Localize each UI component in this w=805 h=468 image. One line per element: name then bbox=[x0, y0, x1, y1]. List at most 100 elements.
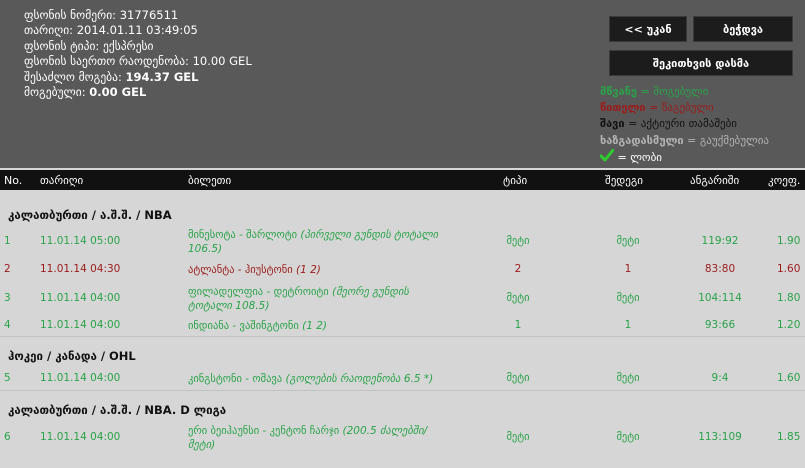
row-no: 5 bbox=[4, 372, 11, 384]
group-title: კალათბურთი / ა.შ.შ. / NBA bbox=[8, 208, 172, 222]
row-score: 83:80 bbox=[704, 263, 736, 275]
legend-check-text: = ლობი bbox=[617, 150, 662, 164]
row-coef: 1.60 bbox=[777, 263, 801, 275]
row-result: მეტი bbox=[616, 431, 640, 443]
ticket-number-row: ფსონის ნომერი: 31776511 bbox=[24, 8, 252, 23]
row-bet-name: ინდიანა - ვაშინგტონი bbox=[188, 320, 299, 332]
legend-gray: ხაზგადასმული = გაუქმებულია bbox=[600, 133, 769, 149]
possible-win-row: შესაძლო მოგება: 194.37 GEL bbox=[24, 70, 252, 85]
row-date: 11.01.14 04:00 bbox=[40, 292, 121, 304]
row-bet: მინესოტა - შარლოტი (პირველი გუნდის ტოტალ… bbox=[188, 228, 478, 256]
row-bet-extra: (200.5 ძალებში/ bbox=[342, 425, 428, 437]
row-bet-extra: (1 2) bbox=[302, 320, 328, 332]
row-date: 11.01.14 04:00 bbox=[40, 372, 121, 384]
row-bet-name: კინგსტონი - ოშავა bbox=[188, 373, 283, 385]
row-coef: 1.60 bbox=[777, 372, 801, 384]
row-bet-extra: (1 2) bbox=[296, 264, 321, 276]
row-result: მეტი bbox=[616, 235, 640, 247]
row-type: 1 bbox=[514, 319, 522, 331]
won-label: მოგებული: bbox=[24, 85, 86, 100]
group-title: ჰოკეი / კანადა / OHL bbox=[8, 349, 136, 363]
ticket-amount-value: 10.00 GEL bbox=[192, 54, 252, 69]
legend-gray-key: ხაზგადასმული bbox=[600, 133, 684, 147]
row-score: 9:4 bbox=[711, 372, 729, 384]
ticket-type-label: ფსონის ტიპი: bbox=[24, 38, 100, 53]
row-no: 2 bbox=[4, 263, 11, 275]
header-date: თარიღი bbox=[40, 174, 84, 187]
possible-win-value: 194.37 GEL bbox=[125, 69, 199, 84]
legend-red: წითელი = წაგებული bbox=[600, 100, 769, 116]
print-button[interactable]: ბეჭდვა bbox=[693, 16, 793, 42]
possible-win-label: შესაძლო მოგება: bbox=[24, 69, 122, 84]
legend-check: = ლობი bbox=[599, 148, 769, 167]
row-bet-name: ფილადელფია - დეტროიტი bbox=[188, 286, 329, 298]
status-legend: მწვანე = მოგებული წითელი = წაგებული შავი… bbox=[599, 84, 769, 167]
ticket-amount-label: ფსონის საერთო რაოდენობა: bbox=[24, 54, 189, 69]
row-type: მეტი bbox=[506, 235, 530, 247]
row-score: 113:109 bbox=[698, 431, 742, 443]
header-type: ტიპი bbox=[503, 174, 528, 187]
row-bet-extra: (მეორე გუნდის bbox=[332, 286, 409, 298]
row-result: 1 bbox=[624, 263, 632, 275]
row-bet-extra: (გოლების რაოდენობა 6.5 *) bbox=[285, 373, 434, 385]
legend-black: შავი = აქტიური თამაშები bbox=[600, 116, 769, 132]
ask-question-button[interactable]: შეკითხვის დასმა bbox=[609, 50, 793, 76]
row-bet: კინგსტონი - ოშავა (გოლების რაოდენობა 6.5… bbox=[188, 372, 488, 386]
legend-green: მწვანე = მოგებული bbox=[600, 84, 769, 100]
row-result: მეტი bbox=[616, 292, 640, 304]
row-type: მეტი bbox=[506, 431, 530, 443]
ticket-details-page: ფსონის ნომერი: 31776511 თარიღი: 2014.01.… bbox=[0, 0, 805, 468]
ticket-date-value: 2014.01.11 03:49:05 bbox=[76, 23, 198, 38]
row-coef: 1.85 bbox=[777, 431, 801, 443]
legend-green-key: მწვანე bbox=[600, 85, 637, 98]
header-bet: ბილეთი bbox=[188, 174, 232, 187]
ticket-type-value: ექსპრესი bbox=[102, 38, 154, 53]
legend-green-text: = მოგებული bbox=[640, 85, 709, 98]
group-divider bbox=[0, 390, 805, 391]
row-type: მეტი bbox=[506, 292, 530, 304]
row-date: 11.01.14 04:00 bbox=[40, 431, 121, 443]
row-bet: ერი ბეიჰაუნსი - კენტონ ჩარჯი (200.5 ძალე… bbox=[188, 424, 478, 452]
row-bet-name: მინესოტა - შარლოტი bbox=[188, 229, 298, 241]
row-score: 119:92 bbox=[701, 235, 739, 247]
legend-red-key: წითელი bbox=[600, 101, 646, 115]
ticket-summary-panel: ფსონის ნომერი: 31776511 თარიღი: 2014.01.… bbox=[0, 0, 805, 168]
group-divider bbox=[0, 336, 805, 337]
row-date: 11.01.14 04:30 bbox=[40, 263, 121, 275]
header-no: No. bbox=[4, 174, 23, 187]
row-coef: 1.90 bbox=[777, 235, 801, 247]
bets-table: კალათბურთი / ა.შ.შ. / NBA 1 11.01.14 05:… bbox=[0, 190, 805, 468]
won-value: 0.00 GEL bbox=[89, 85, 147, 100]
row-bet-extra2: ტოტალი 108.5) bbox=[188, 300, 270, 312]
legend-black-key: შავი bbox=[600, 117, 625, 131]
row-coef: 1.20 bbox=[777, 319, 801, 331]
row-score: 93:66 bbox=[704, 319, 736, 331]
row-bet: ინდიანა - ვაშინგტონი (1 2) bbox=[188, 319, 478, 333]
row-coef: 1.80 bbox=[777, 292, 801, 304]
row-date: 11.01.14 05:00 bbox=[40, 235, 121, 247]
header-coef: კოეფ. bbox=[768, 174, 801, 187]
row-no: 3 bbox=[4, 292, 11, 304]
back-button[interactable]: << უკან bbox=[609, 16, 687, 42]
ticket-info: ფსონის ნომერი: 31776511 თარიღი: 2014.01.… bbox=[24, 8, 252, 100]
row-bet: ფილადელფია - დეტროიტი (მეორე გუნდის ტოტა… bbox=[188, 285, 478, 313]
table-header: No. თარიღი ბილეთი ტიპი შედეგი ანგარიში კ… bbox=[0, 170, 805, 190]
row-result: 1 bbox=[624, 319, 632, 331]
row-type: მეტი bbox=[506, 372, 530, 384]
ticket-date-label: თარიღი: bbox=[24, 23, 74, 38]
row-bet-name: ერი ბეიჰაუნსი - კენტონ ჩარჯი bbox=[188, 425, 340, 437]
legend-red-text: = წაგებული bbox=[649, 101, 714, 115]
ticket-number-label: ფსონის ნომერი: bbox=[24, 8, 117, 22]
header-result: შედეგი bbox=[605, 174, 643, 187]
row-score: 104:114 bbox=[698, 292, 742, 304]
row-bet: ატლანტა - ჰიუსტონი (1 2) bbox=[188, 263, 478, 277]
legend-black-text: = აქტიური თამაშები bbox=[628, 117, 737, 131]
row-result: მეტი bbox=[616, 372, 640, 384]
row-no: 6 bbox=[4, 431, 11, 443]
ticket-date-row: თარიღი: 2014.01.11 03:49:05 bbox=[24, 23, 252, 38]
checkmark-icon bbox=[599, 148, 615, 167]
row-date: 11.01.14 04:00 bbox=[40, 319, 121, 331]
ticket-amount-row: ფსონის საერთო რაოდენობა: 10.00 GEL bbox=[24, 54, 252, 69]
header-score: ანგარიში bbox=[690, 174, 740, 187]
won-row: მოგებული: 0.00 GEL bbox=[24, 85, 252, 100]
